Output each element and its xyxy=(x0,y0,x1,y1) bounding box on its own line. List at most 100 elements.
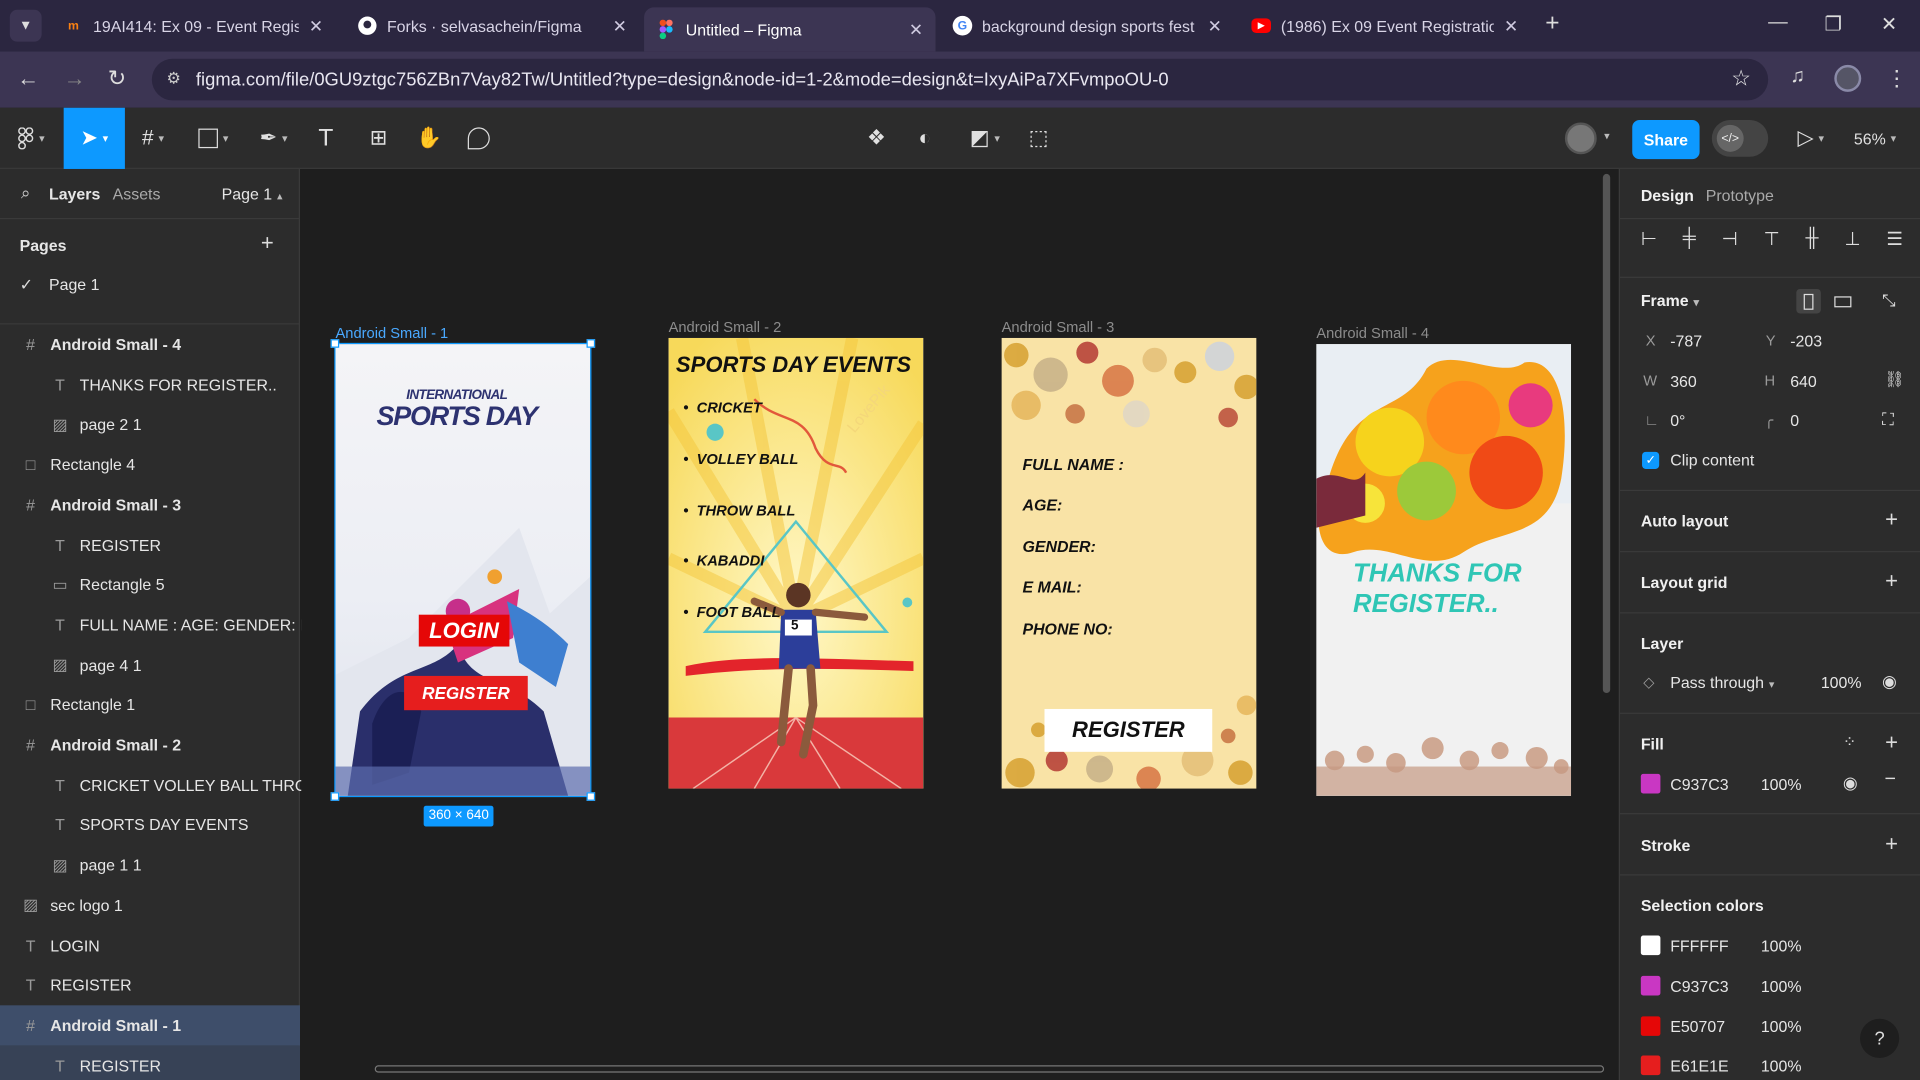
layer-row[interactable]: ▨ page 4 1 xyxy=(0,645,300,685)
x-input[interactable]: -787 xyxy=(1670,332,1702,350)
constrain-proportions-icon[interactable]: ⛓ xyxy=(1884,370,1904,390)
selection-color-swatch[interactable] xyxy=(1640,1016,1661,1036)
resize-handle[interactable] xyxy=(586,792,596,801)
resize-to-fit-icon[interactable]: ⤡ xyxy=(1882,290,1896,311)
menu-kebab-icon[interactable]: ⋮ xyxy=(1886,66,1908,92)
layer-row[interactable]: T REGISTER xyxy=(0,1045,301,1080)
shape-tool-button[interactable]: ▾ xyxy=(198,122,228,154)
register-button[interactable]: REGISTER xyxy=(1044,708,1213,752)
layer-row[interactable]: # Android Small - 3 xyxy=(0,485,300,525)
landscape-orientation-icon[interactable] xyxy=(1831,290,1855,312)
layer-row[interactable]: □ Rectangle 1 xyxy=(0,685,300,725)
browser-tab[interactable]: G background design sports fest | ✕ xyxy=(940,7,1234,44)
forward-icon[interactable]: → xyxy=(64,66,86,92)
add-auto-layout-icon[interactable]: + xyxy=(1885,507,1898,533)
chevron-down-icon[interactable]: ▾ xyxy=(1604,130,1610,143)
height-input[interactable]: 640 xyxy=(1790,372,1817,390)
layer-row[interactable]: T REGISTER xyxy=(0,965,300,1005)
blend-mode-select[interactable]: Pass through ▾ xyxy=(1670,673,1774,691)
frame-label[interactable]: Android Small - 3 xyxy=(1002,318,1115,335)
tab-prototype[interactable]: Prototype xyxy=(1706,186,1774,204)
align-left-icon[interactable]: ⊢ xyxy=(1641,228,1657,252)
add-page-icon[interactable]: + xyxy=(261,230,274,256)
layer-row[interactable]: T REGISTER xyxy=(0,525,300,565)
fill-opacity[interactable]: 100% xyxy=(1761,775,1802,793)
selection-color-swatch[interactable] xyxy=(1640,975,1661,996)
present-button[interactable]: ▷ ▾ xyxy=(1798,122,1824,154)
layer-row[interactable]: T LOGIN xyxy=(0,925,300,965)
selection-color-opacity[interactable]: 100% xyxy=(1761,1018,1802,1036)
zoom-menu[interactable]: 56% ▾ xyxy=(1854,122,1896,154)
android-small-4-frame[interactable]: THANKS FOR REGISTER.. xyxy=(1316,344,1572,796)
search-icon[interactable]: ⌕ xyxy=(21,182,31,203)
comment-tool-button[interactable] xyxy=(467,122,490,154)
browser-tab[interactable]: Forks · selvasachein/Figma ✕ xyxy=(345,7,639,44)
align-horizontal-center-icon[interactable]: ╪ xyxy=(1683,228,1696,252)
android-small-3-frame[interactable]: FULL NAME : AGE: GENDER: E MAIL: PHONE N… xyxy=(1001,337,1257,789)
layer-row[interactable]: T THANKS FOR REGISTER.. xyxy=(0,365,300,405)
page-item[interactable]: ✓ Page 1 xyxy=(20,276,100,296)
close-window-icon[interactable]: ✕ xyxy=(1881,12,1897,36)
layer-row[interactable]: T FULL NAME : AGE: GENDER: E... xyxy=(0,605,324,645)
tab-assets[interactable]: Assets xyxy=(113,185,161,203)
selection-color-opacity[interactable]: 100% xyxy=(1761,1057,1802,1075)
layer-row[interactable]: ▨ page 2 1 xyxy=(0,405,300,445)
browser-tab[interactable]: ▶ (1986) Ex 09 Event Registration ✕ xyxy=(1239,7,1530,44)
frame-tool-button[interactable]: # ▾ xyxy=(142,122,164,154)
layer-row[interactable]: # Android Small - 1 xyxy=(0,1005,301,1046)
profile-avatar[interactable] xyxy=(1834,64,1862,92)
fill-hex[interactable]: C937C3 xyxy=(1670,775,1728,793)
layer-row[interactable]: ▨ page 1 1 xyxy=(0,845,300,885)
align-right-icon[interactable]: ⊣ xyxy=(1722,228,1738,252)
selection-color-hex[interactable]: C937C3 xyxy=(1670,977,1728,995)
horizontal-scrollbar[interactable] xyxy=(374,1065,1605,1073)
add-layout-grid-icon[interactable]: + xyxy=(1885,568,1898,594)
share-button[interactable]: Share xyxy=(1632,120,1700,160)
eye-icon[interactable]: ◉ xyxy=(1843,773,1858,794)
align-vertical-center-icon[interactable]: ╫ xyxy=(1806,228,1819,252)
close-tab-icon[interactable]: ✕ xyxy=(909,19,923,40)
boolean-button[interactable]: ◩ ▾ xyxy=(970,122,1000,154)
corner-radius-input[interactable]: 0 xyxy=(1790,411,1799,429)
layer-row[interactable]: ▨ sec logo 1 xyxy=(0,885,300,925)
close-tab-icon[interactable]: ✕ xyxy=(309,15,323,36)
resize-handle[interactable] xyxy=(330,792,340,801)
vertical-scrollbar[interactable] xyxy=(1602,173,1611,694)
frame-label[interactable]: Android Small - 2 xyxy=(669,318,782,335)
distribute-icon[interactable]: ☰ xyxy=(1886,228,1902,252)
crop-button[interactable]: ⬚ xyxy=(1029,122,1049,154)
close-tab-icon[interactable]: ✕ xyxy=(613,15,627,36)
resources-tool-button[interactable]: ⊞ xyxy=(370,122,387,154)
selection-color-opacity[interactable]: 100% xyxy=(1761,937,1802,955)
browser-tab[interactable]: m 19AI414: Ex 09 - Event Registrat ✕ xyxy=(51,7,335,44)
add-fill-icon[interactable]: + xyxy=(1885,730,1898,756)
new-tab-icon[interactable]: + xyxy=(1545,10,1559,38)
maximize-icon[interactable]: ❐ xyxy=(1824,12,1842,36)
hand-tool-button[interactable]: ✋ xyxy=(416,122,442,154)
width-input[interactable]: 360 xyxy=(1670,372,1697,390)
resize-handle[interactable] xyxy=(330,339,340,348)
selection-color-hex[interactable]: FFFFFF xyxy=(1670,937,1728,955)
tab-search-button[interactable]: ▼ xyxy=(9,9,42,42)
move-tool-button[interactable]: ➤ ▾ xyxy=(63,107,125,169)
text-tool-button[interactable]: T xyxy=(318,122,333,154)
close-tab-icon[interactable]: ✕ xyxy=(1504,15,1518,36)
layer-row[interactable]: # Android Small - 2 xyxy=(0,725,300,765)
portrait-orientation-icon[interactable] xyxy=(1796,288,1821,314)
frame-label[interactable]: Android Small - 1 xyxy=(336,324,449,341)
y-input[interactable]: -203 xyxy=(1790,332,1822,350)
page-switcher[interactable]: Page 1 ▴ xyxy=(222,185,283,203)
selection-color-opacity[interactable]: 100% xyxy=(1761,977,1802,995)
selection-color-swatch[interactable] xyxy=(1640,935,1661,956)
component-button[interactable]: ❖ xyxy=(867,122,886,154)
tab-layers[interactable]: Layers xyxy=(49,185,100,203)
help-button[interactable]: ? xyxy=(1860,1018,1900,1058)
bookmark-star-icon[interactable]: ☆ xyxy=(1731,66,1751,92)
remove-fill-icon[interactable]: − xyxy=(1884,769,1895,791)
layer-row[interactable]: T SPORTS DAY EVENTS xyxy=(0,805,300,845)
layer-row[interactable]: □ Rectangle 4 xyxy=(0,445,300,485)
media-icon[interactable]: ♫ xyxy=(1790,66,1805,88)
address-bar[interactable]: ⚙ figma.com/file/0GU9ztgc756ZBn7Vay82Tw/… xyxy=(151,58,1769,101)
align-top-icon[interactable]: ⊤ xyxy=(1764,228,1780,252)
dev-mode-toggle[interactable]: </> xyxy=(1711,120,1769,157)
